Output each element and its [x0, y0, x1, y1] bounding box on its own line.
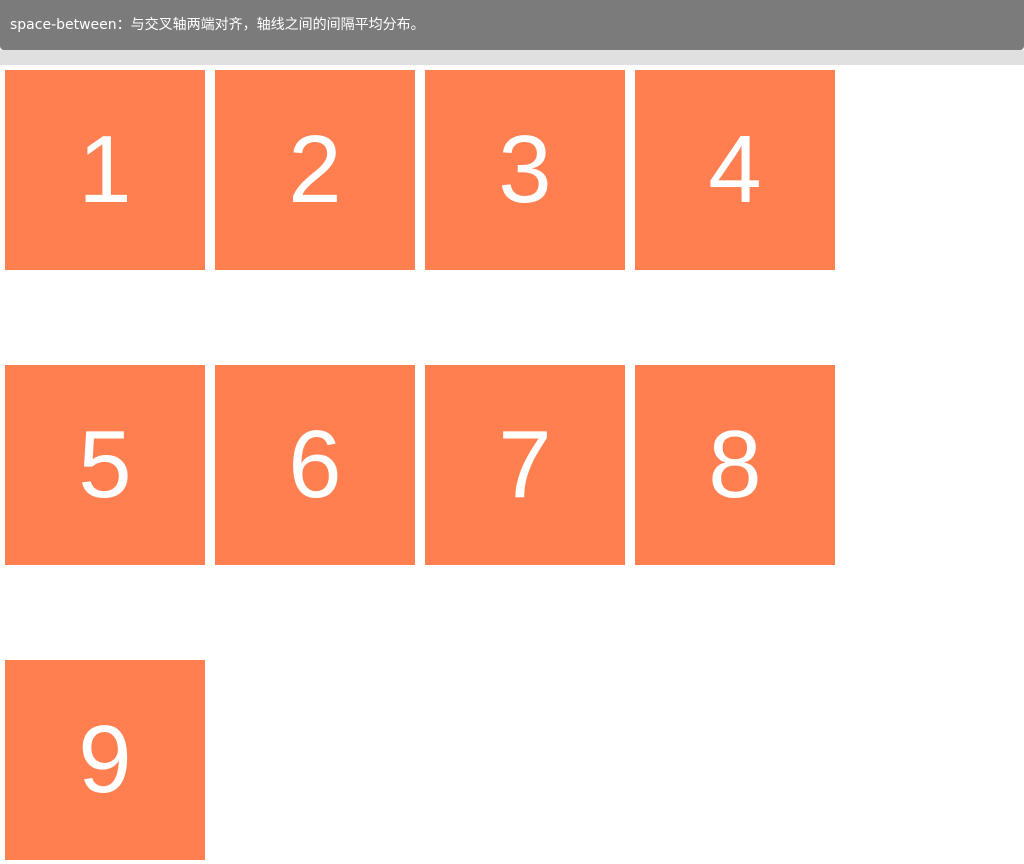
flex-item: 6: [215, 365, 415, 565]
flex-item: 9: [5, 660, 205, 860]
flex-item: 3: [425, 70, 625, 270]
description-banner: space-between：与交叉轴两端对齐，轴线之间的间隔平均分布。: [0, 0, 1024, 50]
flex-item: 5: [5, 365, 205, 565]
flex-item: 4: [635, 70, 835, 270]
flex-item: 8: [635, 365, 835, 565]
flex-item: 7: [425, 365, 625, 565]
divider: [0, 50, 1024, 65]
flex-item: 2: [215, 70, 415, 270]
flex-item: 1: [5, 70, 205, 270]
